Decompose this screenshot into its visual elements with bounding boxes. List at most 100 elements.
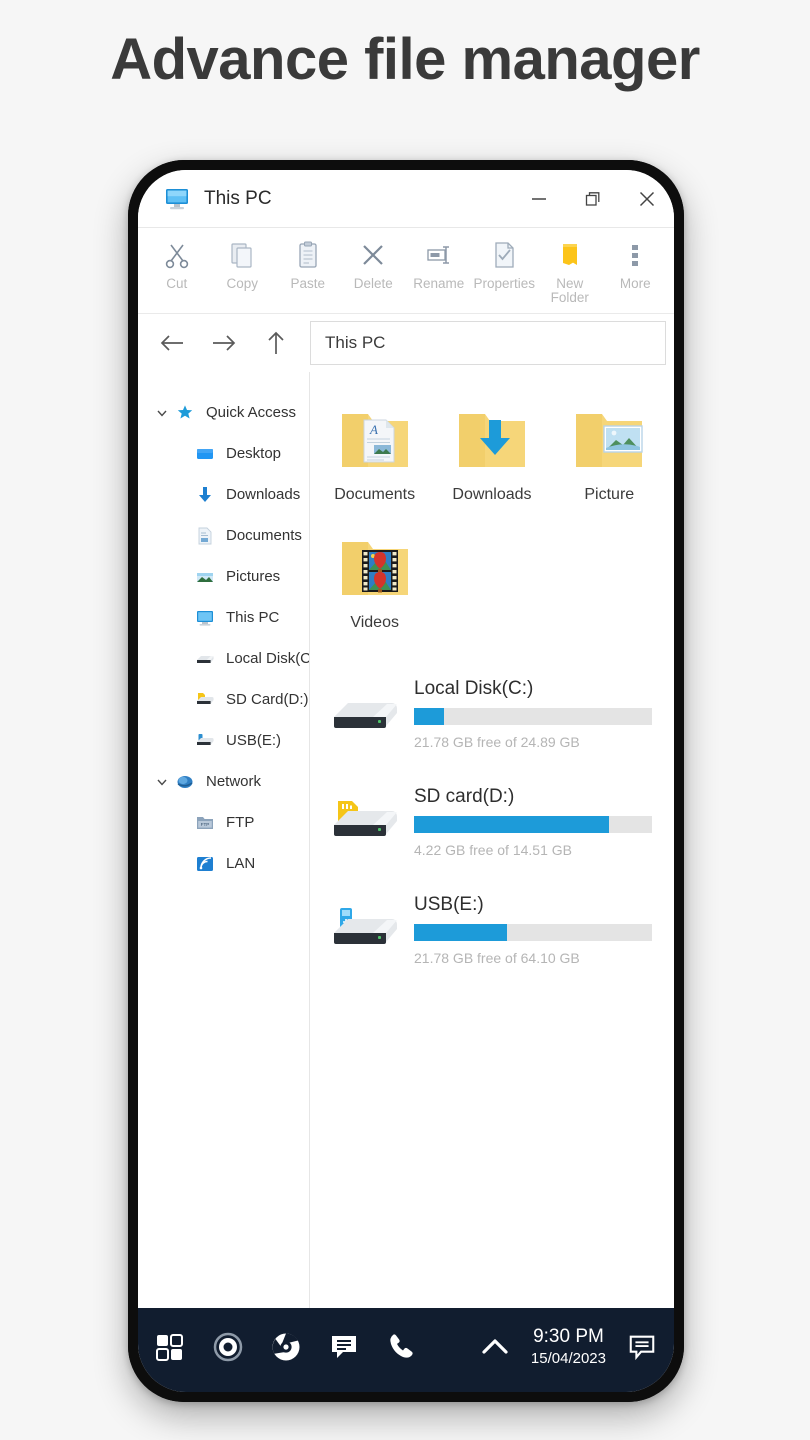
svg-text:FTP: FTP xyxy=(201,822,210,827)
folder-label: Videos xyxy=(350,614,399,631)
document-icon xyxy=(192,526,218,546)
address-bar-wrap: This PC xyxy=(310,314,674,372)
folder-item-picture[interactable]: Picture xyxy=(551,392,668,520)
more-vertical-icon xyxy=(620,238,650,272)
folder-label: Downloads xyxy=(452,486,532,503)
usb-drive-icon xyxy=(324,899,408,961)
cut-button[interactable]: Cut xyxy=(144,236,210,291)
drive-row-local-disk-c[interactable]: Local Disk(C:) 21.78 GB free of 24.89 GB xyxy=(324,678,652,750)
delete-button[interactable]: Delete xyxy=(341,236,407,291)
picture-icon xyxy=(192,567,218,587)
sidebar-item-label: Network xyxy=(206,773,262,790)
new-folder-button[interactable]: New Folder xyxy=(537,236,603,305)
sidebar-item-ftp[interactable]: FTP FTP xyxy=(138,802,309,843)
new-folder-label: New Folder xyxy=(550,276,589,305)
sidebar-item-local-disk-c[interactable]: Local Disk(C:) xyxy=(138,638,309,679)
sidebar-item-quick-access[interactable]: Quick Access xyxy=(138,392,309,433)
window-titlebar: This PC xyxy=(138,170,674,228)
drive-usage-fill xyxy=(414,708,444,725)
folder-videos-icon xyxy=(332,530,418,604)
address-bar[interactable]: This PC xyxy=(310,321,666,365)
folder-item-documents[interactable]: A Documents xyxy=(316,392,433,520)
sidebar-item-documents[interactable]: Documents xyxy=(138,515,309,556)
sidebar-item-this-pc[interactable]: This PC xyxy=(138,597,309,638)
paste-button[interactable]: Paste xyxy=(275,236,341,291)
drive-usage-bar xyxy=(414,708,652,725)
sidebar-item-label: Quick Access xyxy=(206,404,297,421)
new-folder-icon xyxy=(555,238,585,272)
circle-assistant-icon[interactable] xyxy=(210,1329,246,1365)
messages-icon[interactable] xyxy=(326,1329,362,1365)
sidebar-item-label: SD Card(D:) xyxy=(226,691,309,708)
svg-text:A: A xyxy=(369,422,378,437)
chevron-down-icon[interactable] xyxy=(152,406,172,420)
restore-icon[interactable] xyxy=(566,176,620,222)
sdcard-drive-icon xyxy=(324,791,408,853)
minimize-icon[interactable] xyxy=(512,176,566,222)
sidebar-item-lan[interactable]: LAN xyxy=(138,843,309,884)
drive-capacity-text: 21.78 GB free of 64.10 GB xyxy=(414,950,580,966)
arrow-up-icon[interactable] xyxy=(257,324,295,362)
close-icon[interactable] xyxy=(620,176,674,222)
properties-button[interactable]: Properties xyxy=(472,236,538,291)
drive-name: USB(E:) xyxy=(414,894,484,915)
main-body: Quick Access Desktop Downloads Documents… xyxy=(138,372,674,1308)
sidebar-item-downloads[interactable]: Downloads xyxy=(138,474,309,515)
folder-item-videos[interactable]: Videos xyxy=(316,520,433,648)
drive-capacity-text: 21.78 GB free of 24.89 GB xyxy=(414,734,580,750)
drive-usage-fill xyxy=(414,816,610,833)
copy-button[interactable]: Copy xyxy=(210,236,276,291)
usb-drive-icon xyxy=(192,733,218,749)
arrow-right-icon[interactable] xyxy=(205,324,243,362)
sidebar-item-label: FTP xyxy=(226,814,255,831)
start-tiles-icon[interactable] xyxy=(152,1329,188,1365)
sidebar-item-label: Desktop xyxy=(226,445,282,462)
taskbar-clock[interactable]: 9:30 PM 15/04/2023 xyxy=(531,1325,606,1369)
drive-usage-bar xyxy=(414,816,652,833)
copy-label: Copy xyxy=(226,276,258,291)
phone-screen: This PC Cut Copy Paste Delete Rename Pro… xyxy=(138,170,674,1392)
chevron-down-icon[interactable] xyxy=(152,775,172,789)
chevron-up-icon[interactable] xyxy=(477,1329,513,1365)
network-globe-icon xyxy=(172,772,198,792)
sidebar-item-label: USB(E:) xyxy=(226,732,282,749)
clipboard-icon xyxy=(293,238,323,272)
drive-name: SD card(D:) xyxy=(414,786,515,807)
sidebar-item-label: LAN xyxy=(226,855,256,872)
drive-info: Local Disk(C:) 21.78 GB free of 24.89 GB xyxy=(408,678,652,750)
more-button[interactable]: More xyxy=(603,236,669,291)
drive-capacity-text: 4.22 GB free of 14.51 GB xyxy=(414,842,572,858)
copy-icon xyxy=(227,238,257,272)
phone-icon[interactable] xyxy=(384,1329,420,1365)
sidebar-item-usb-e[interactable]: USB(E:) xyxy=(138,720,309,761)
taskbar-right: 9:30 PM 15/04/2023 xyxy=(477,1325,660,1369)
notification-messages-icon[interactable] xyxy=(624,1329,660,1365)
download-arrow-icon xyxy=(192,485,218,505)
star-icon xyxy=(172,403,198,423)
x-icon xyxy=(358,238,388,272)
clock-time: 9:30 PM xyxy=(533,1326,604,1348)
ftp-folder-icon: FTP xyxy=(192,814,218,832)
more-label: More xyxy=(619,276,651,291)
sidebar-item-network[interactable]: Network xyxy=(138,761,309,802)
navigation-row: This PC xyxy=(138,314,674,372)
drive-list: Local Disk(C:) 21.78 GB free of 24.89 GB xyxy=(310,648,674,966)
folder-item-downloads[interactable]: Downloads xyxy=(433,392,550,520)
desktop-icon xyxy=(192,444,218,464)
taskbar-left-icons xyxy=(152,1329,420,1365)
sidebar-item-label: Downloads xyxy=(226,486,301,503)
sidebar-item-desktop[interactable]: Desktop xyxy=(138,433,309,474)
delete-label: Delete xyxy=(353,276,393,291)
content-pane: A Documents Downloads Picture Videos Loc… xyxy=(310,372,674,1308)
chrome-icon[interactable] xyxy=(268,1329,304,1365)
sidebar-item-pictures[interactable]: Pictures xyxy=(138,556,309,597)
folder-documents-icon: A xyxy=(332,402,418,476)
page-root: Advance file manager This PC Cut Copy Pa… xyxy=(0,0,810,1440)
properties-label: Properties xyxy=(473,276,536,291)
monitor-icon xyxy=(164,186,190,212)
drive-row-usb-e[interactable]: USB(E:) 21.78 GB free of 64.10 GB xyxy=(324,894,652,966)
arrow-left-icon[interactable] xyxy=(153,324,191,362)
drive-row-sd-card-d[interactable]: SD card(D:) 4.22 GB free of 14.51 GB xyxy=(324,786,652,858)
rename-button[interactable]: Rename xyxy=(406,236,472,291)
sidebar-item-sd-card-d[interactable]: SD Card(D:) xyxy=(138,679,309,720)
